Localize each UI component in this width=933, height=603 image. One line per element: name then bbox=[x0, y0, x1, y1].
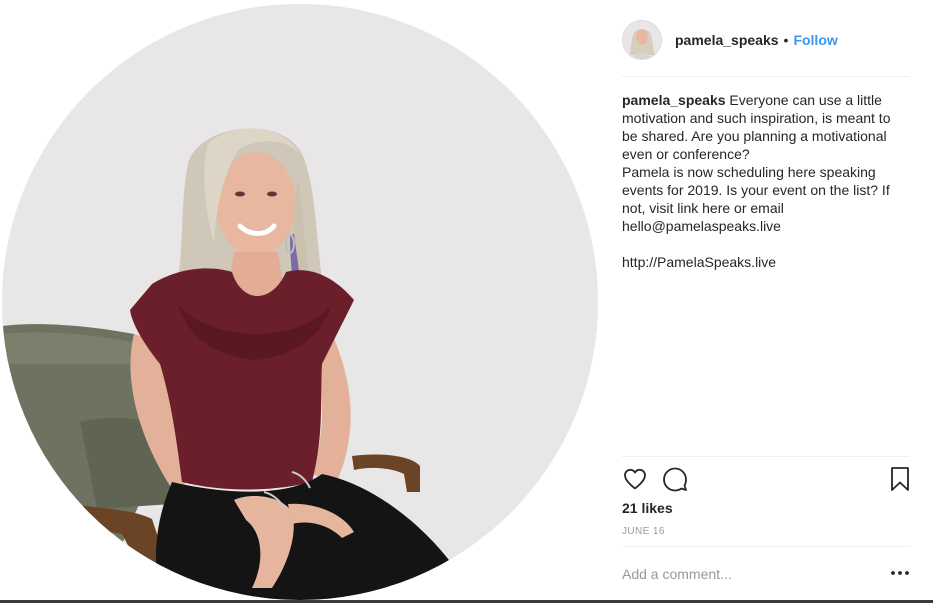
portrait-illustration bbox=[2, 4, 598, 600]
comment-icon[interactable] bbox=[662, 466, 688, 492]
caption-text-2: Pamela is now scheduling here speaking e… bbox=[622, 164, 890, 234]
follow-button[interactable]: Follow bbox=[793, 32, 837, 48]
avatar[interactable] bbox=[622, 20, 662, 60]
header-username[interactable]: pamela_speaks bbox=[675, 32, 779, 48]
likes-count[interactable]: 21 likes bbox=[622, 500, 673, 516]
post-photo[interactable] bbox=[2, 4, 598, 600]
post-caption: pamela_speaks Everyone can use a little … bbox=[622, 91, 907, 271]
avatar-image bbox=[623, 21, 661, 59]
post-header: pamela_speaks • Follow bbox=[622, 18, 910, 62]
comment-input[interactable] bbox=[622, 564, 872, 584]
header-separator: • bbox=[783, 32, 789, 48]
instagram-post: pamela_speaks • Follow pamela_speaks Eve… bbox=[0, 0, 933, 603]
bookmark-icon[interactable] bbox=[888, 466, 914, 492]
more-options-icon[interactable] bbox=[890, 566, 910, 580]
post-actions bbox=[622, 466, 910, 494]
post-sidebar: pamela_speaks • Follow pamela_speaks Eve… bbox=[622, 0, 910, 600]
caption-link: http://PamelaSpeaks.live bbox=[622, 254, 777, 270]
actions-divider bbox=[622, 456, 910, 457]
heart-icon[interactable] bbox=[622, 466, 648, 492]
post-date[interactable]: JUNE 16 bbox=[622, 526, 665, 537]
header-text: pamela_speaks • Follow bbox=[675, 32, 838, 48]
comment-divider bbox=[622, 546, 910, 547]
header-divider bbox=[622, 76, 910, 77]
caption-paragraph-1: pamela_speaks Everyone can use a little … bbox=[622, 91, 907, 163]
post-photo-area bbox=[0, 0, 605, 600]
caption-username[interactable]: pamela_speaks bbox=[622, 92, 726, 108]
